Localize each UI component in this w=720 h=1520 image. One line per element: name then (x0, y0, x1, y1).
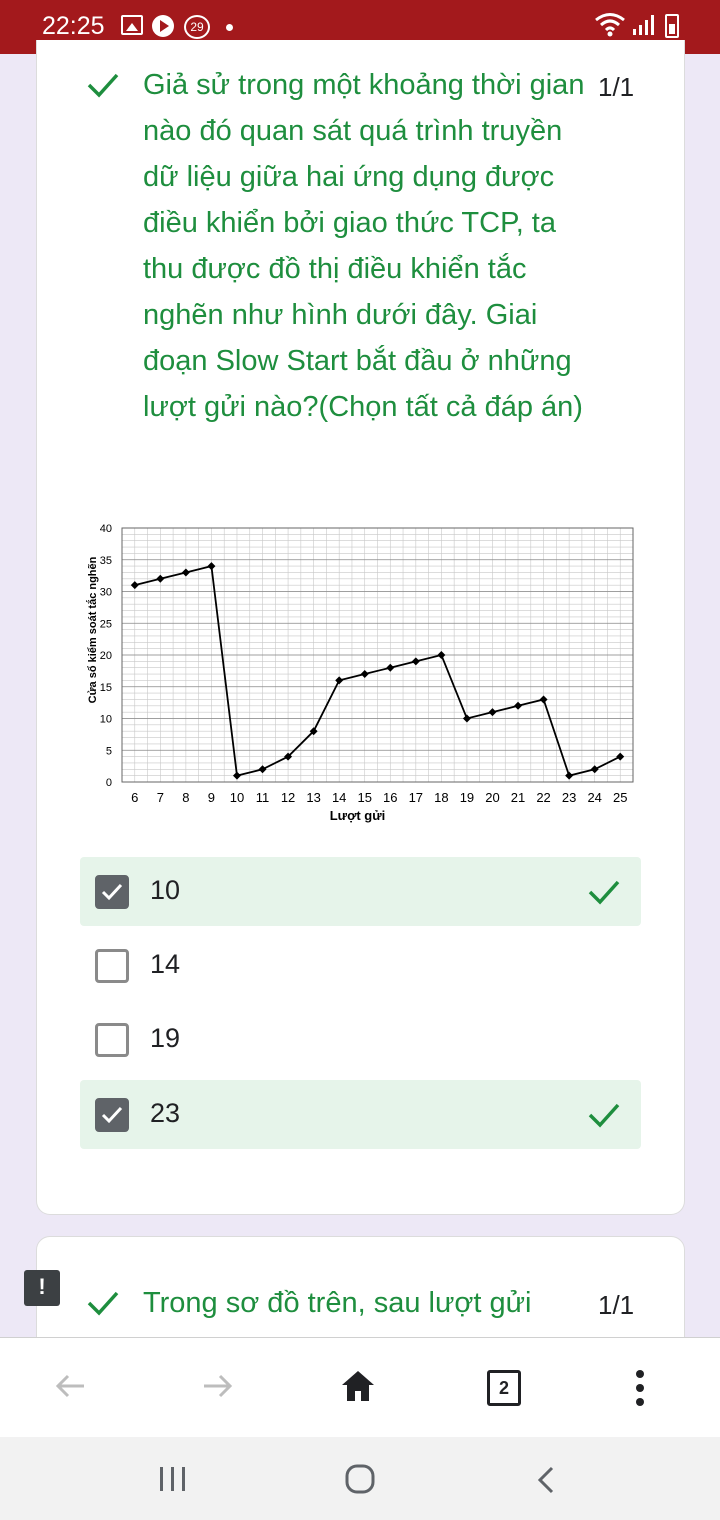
y-tick-label: 5 (106, 745, 112, 757)
back-nav-icon[interactable] (534, 1465, 558, 1495)
x-tick-label: 12 (281, 790, 295, 805)
x-tick-label: 18 (434, 790, 448, 805)
data-point (386, 663, 395, 672)
option-label: 14 (150, 949, 181, 979)
x-tick-label: 6 (131, 790, 138, 805)
image-icon (121, 15, 143, 35)
option-14[interactable]: 14 (80, 931, 641, 1000)
y-tick-label: 15 (100, 682, 112, 694)
x-axis-label: Lượt gửi (330, 808, 386, 823)
x-tick-label: 20 (485, 790, 499, 805)
data-point (130, 581, 139, 590)
x-tick-label: 16 (383, 790, 397, 805)
check-icon (87, 1291, 119, 1316)
data-point (411, 657, 420, 666)
question-text: Giả sử trong một khoảng thời gian nào đó… (143, 69, 585, 423)
y-tick-label: 30 (100, 587, 112, 599)
x-tick-label: 8 (182, 790, 189, 805)
option-23[interactable]: 23 (80, 1080, 641, 1149)
forward-arrow-icon[interactable] (200, 1368, 236, 1404)
recent-apps-icon[interactable] (158, 1465, 188, 1493)
more-menu-icon[interactable] (622, 1368, 658, 1408)
data-point (181, 568, 190, 577)
y-tick-label: 35 (100, 555, 112, 567)
data-point (335, 676, 344, 685)
data-point (437, 651, 446, 659)
dot-icon (226, 24, 233, 31)
checkbox-checked[interactable] (95, 1098, 129, 1132)
y-axis-label: Cửa sổ kiểm soát tắc nghẽn (86, 556, 99, 703)
option-19[interactable]: 19 (80, 1005, 641, 1074)
tabs-button[interactable]: 2 (487, 1370, 521, 1406)
x-tick-label: 24 (587, 790, 601, 805)
x-tick-label: 19 (460, 790, 474, 805)
data-point (539, 695, 548, 704)
y-tick-label: 40 (100, 523, 112, 535)
option-label: 23 (150, 1098, 181, 1128)
data-point (565, 771, 574, 780)
option-10[interactable]: 10 (80, 857, 641, 926)
data-point (360, 670, 369, 679)
system-navigation-bar (0, 1437, 720, 1520)
y-tick-label: 0 (106, 777, 112, 789)
x-tick-label: 25 (613, 790, 627, 805)
x-tick-label: 21 (511, 790, 525, 805)
battery-charging-icon (665, 14, 679, 38)
data-point (258, 765, 267, 774)
question-text-2: Trong sơ đồ trên, sau lượt gửi (143, 1287, 532, 1319)
home-icon[interactable] (340, 1368, 376, 1404)
status-time: 22:25 (42, 12, 105, 40)
question-score: 1/1 (598, 72, 635, 102)
x-tick-label: 9 (208, 790, 215, 805)
checkbox-unchecked[interactable] (95, 949, 129, 983)
signal-icon (632, 14, 654, 41)
y-tick-label: 10 (100, 714, 112, 726)
x-tick-label: 14 (332, 790, 346, 805)
data-point (232, 771, 241, 780)
x-tick-label: 23 (562, 790, 576, 805)
x-tick-label: 22 (536, 790, 550, 805)
correct-check-icon (588, 880, 620, 905)
notification-badge-icon: 29 (184, 15, 210, 39)
x-tick-label: 17 (409, 790, 423, 805)
feedback-icon[interactable]: ! (24, 1270, 60, 1306)
congestion-window-chart: 0 5 10 15 20 25 30 35 40 6 7 8 9 10 11 12 13 14 15 16 17 18 19… (86, 523, 634, 823)
play-icon (152, 15, 174, 37)
y-tick-label: 25 (100, 618, 112, 630)
y-tick-label: 20 (100, 650, 112, 662)
checkbox-unchecked[interactable] (95, 1023, 129, 1057)
option-label: 19 (150, 1023, 181, 1053)
correct-check-icon (588, 1103, 620, 1128)
browser-toolbar: 2 (0, 1337, 720, 1437)
data-point (207, 562, 216, 571)
home-nav-icon[interactable] (344, 1463, 376, 1495)
question-score-2: 1/1 (598, 1290, 635, 1320)
data-point (616, 752, 625, 761)
data-point (590, 765, 599, 774)
x-tick-label: 13 (306, 790, 320, 805)
data-point (488, 708, 497, 717)
data-point (514, 701, 523, 710)
x-tick-label: 7 (157, 790, 164, 805)
wifi-icon (594, 12, 626, 43)
x-tick-label: 11 (256, 790, 270, 805)
data-point (462, 714, 471, 723)
data-point (156, 574, 165, 583)
option-label: 10 (150, 875, 181, 905)
back-arrow-icon[interactable] (52, 1368, 88, 1404)
check-icon (87, 73, 119, 98)
checkbox-checked[interactable] (95, 875, 129, 909)
x-tick-label: 10 (230, 790, 244, 805)
x-tick-label: 15 (357, 790, 371, 805)
